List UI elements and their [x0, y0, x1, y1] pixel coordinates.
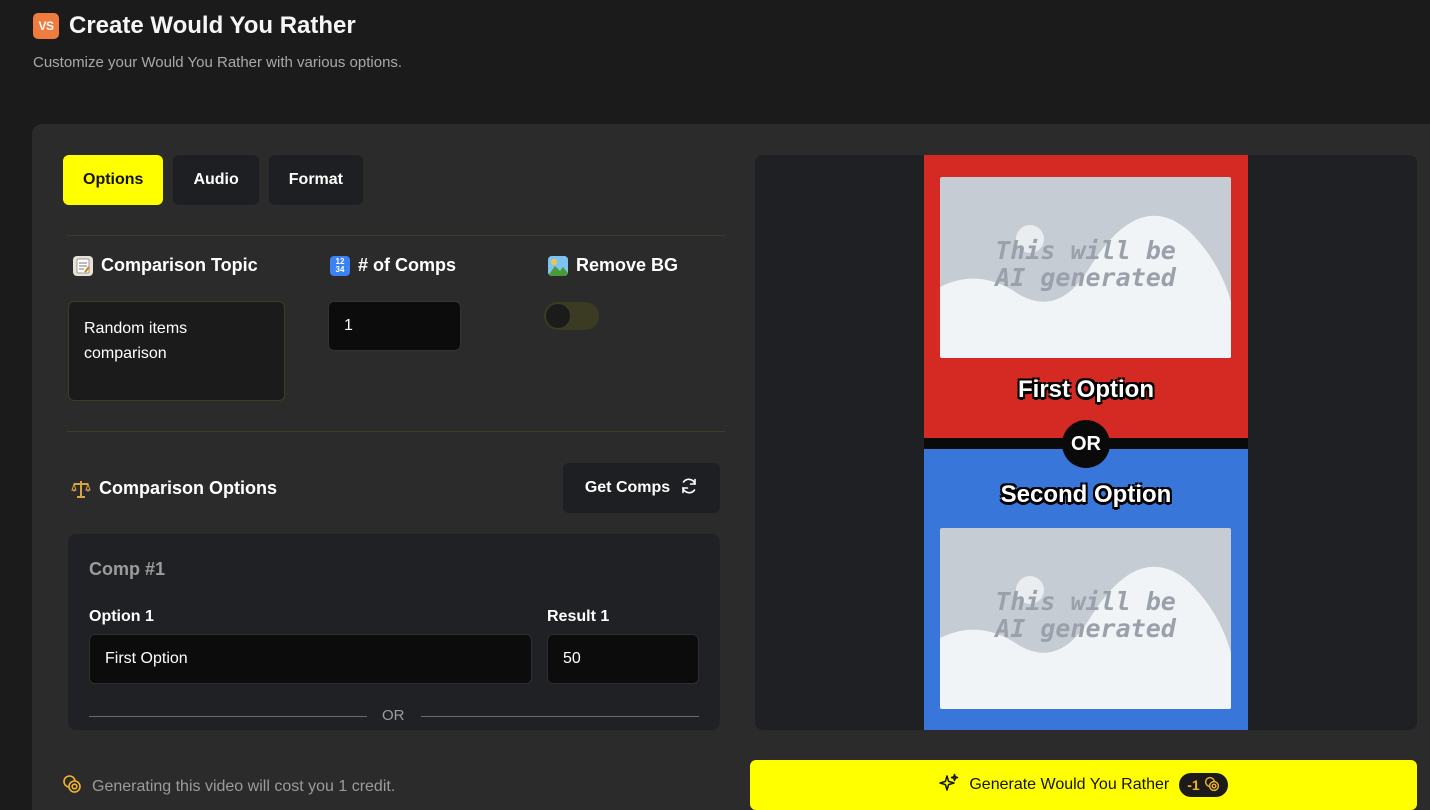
get-comps-button[interactable]: Get Comps [563, 463, 720, 513]
divider [67, 431, 725, 432]
memo-icon [73, 255, 93, 276]
option1-label: Option 1 [89, 608, 154, 625]
comparison-options-label: Comparison Options [71, 478, 277, 499]
divider [67, 235, 725, 236]
option1-input[interactable]: First Option [89, 634, 532, 684]
first-option-panel: This will be AI generated First Option [924, 155, 1248, 438]
result1-label: Result 1 [547, 608, 610, 625]
remove-bg-label: Remove BG [548, 255, 678, 276]
tab-format[interactable]: Format [268, 155, 363, 205]
balance-scale-icon [71, 479, 91, 499]
page-title: Create Would You Rather [69, 12, 356, 39]
cost-note: Generating this video will cost you 1 cr… [62, 774, 395, 799]
coins-icon [1204, 776, 1220, 795]
tab-options[interactable]: Options [63, 155, 164, 205]
second-option-panel: Second Option This will be AI generated [924, 449, 1248, 730]
refresh-icon [680, 477, 698, 500]
page-header: VS Create Would You Rather Customize you… [33, 12, 402, 71]
num-comps-input[interactable]: 1 [328, 301, 461, 351]
tab-bar: Options Audio Format [63, 155, 363, 205]
remove-bg-toggle[interactable] [544, 302, 599, 330]
second-option-label: Second Option [1000, 481, 1172, 508]
comparison-topic-textarea[interactable]: Random items comparison [68, 301, 285, 401]
generate-button[interactable]: Generate Would You Rather -1 [750, 760, 1417, 810]
video-preview: This will be AI generated First Option Se… [755, 155, 1417, 730]
page-subtitle: Customize your Would You Rather with var… [33, 54, 403, 71]
or-divider-text: OR [382, 707, 405, 724]
picture-icon [548, 255, 568, 276]
comp-card: Comp #1 Option 1 First Option Result 1 5… [68, 534, 720, 730]
credit-cost-badge: -1 [1179, 773, 1228, 797]
or-divider-right [421, 716, 699, 717]
comparison-topic-label: Comparison Topic [73, 255, 258, 276]
image-placeholder: This will be AI generated [940, 528, 1231, 709]
tab-audio[interactable]: Audio [173, 155, 259, 205]
numbers-icon: 12 34 [330, 255, 350, 276]
coins-icon [62, 774, 82, 799]
or-divider-left [89, 716, 367, 717]
vs-logo-icon: VS [33, 13, 59, 39]
result1-input[interactable]: 50 [547, 634, 699, 684]
first-option-label: First Option [1018, 376, 1154, 403]
toggle-knob [546, 304, 570, 328]
or-badge: OR [1062, 420, 1110, 468]
editor-card: Options Audio Format Comparison Topic Ra… [32, 124, 1430, 810]
comp-title: Comp #1 [89, 559, 166, 579]
num-comps-label: 12 34 # of Comps [330, 255, 456, 276]
sparkles-icon [939, 773, 959, 798]
image-placeholder: This will be AI generated [940, 177, 1231, 358]
